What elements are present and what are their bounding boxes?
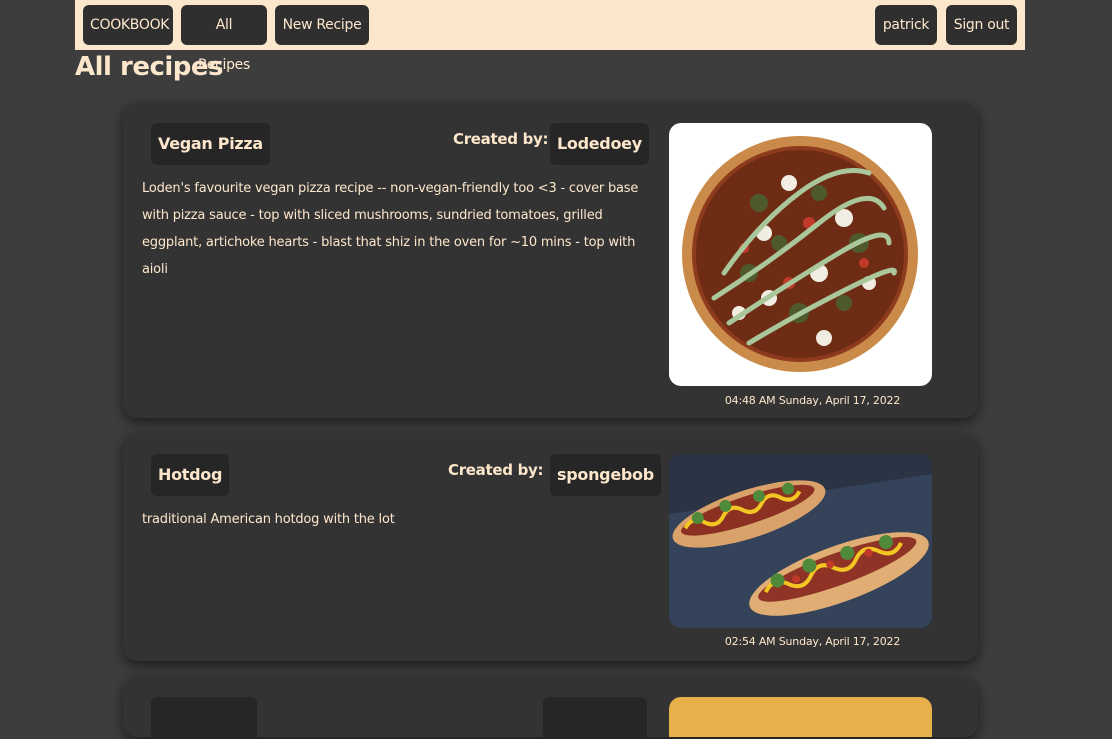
- all-recipes-button[interactable]: All Recipes: [181, 5, 267, 73]
- user-profile-button[interactable]: patrick: [875, 5, 937, 45]
- recipe-timestamp: 02:54 AM Sunday, April 17, 2022: [724, 635, 901, 648]
- recipe-card[interactable]: [123, 677, 978, 739]
- recipe-title[interactable]: [151, 697, 257, 739]
- recipe-title[interactable]: Hotdog: [151, 454, 230, 496]
- recipe-description: traditional American hotdog with the lot: [142, 512, 395, 527]
- recipe-image: [669, 697, 932, 737]
- recipe-title[interactable]: Vegan Pizza: [151, 123, 270, 165]
- recipe-timestamp: 04:48 AM Sunday, April 17, 2022: [724, 394, 901, 407]
- pizza-illustration: [682, 136, 918, 372]
- hotdog-illustration: [669, 454, 932, 628]
- recipe-card[interactable]: Hotdog Created by: spongebob traditional…: [123, 434, 978, 661]
- cookbook-home-button[interactable]: COOKBOOK: [83, 5, 173, 45]
- page-title: All recipes: [75, 52, 224, 82]
- recipe-card[interactable]: Vegan Pizza Created by: Lodedoey Loden's…: [123, 103, 978, 418]
- hotdog-image: [669, 454, 932, 628]
- recipe-description: Loden's favourite vegan pizza recipe -- …: [142, 181, 639, 277]
- created-by-label: Created by:: [453, 130, 549, 148]
- new-recipe-button[interactable]: New Recipe: [275, 5, 369, 45]
- created-by-label: Created by:: [448, 461, 544, 479]
- sign-out-button[interactable]: Sign out: [946, 5, 1017, 45]
- author-badge[interactable]: spongebob: [550, 454, 661, 496]
- author-badge[interactable]: [543, 697, 647, 739]
- author-badge[interactable]: Lodedoey: [550, 123, 649, 165]
- vegan-pizza-image: [669, 123, 932, 386]
- navbar: COOKBOOK All Recipes New Recipe patrick …: [75, 0, 1025, 73]
